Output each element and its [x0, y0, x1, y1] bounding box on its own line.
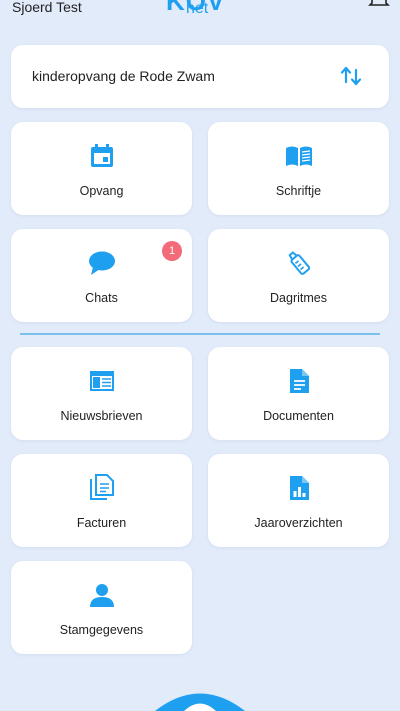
- tile-label: Schriftje: [275, 184, 322, 198]
- tile-label: Documenten: [263, 409, 334, 423]
- tile-label: Jaaroverzichten: [254, 516, 343, 530]
- open-book-icon: [285, 146, 312, 166]
- tile-jaaroverzichten[interactable]: Jaaroverzichten: [208, 454, 389, 547]
- swap-arrows-icon[interactable]: [339, 64, 363, 88]
- invoices-icon: [89, 474, 114, 500]
- chat-bubble-icon: [88, 251, 115, 275]
- top-bar: Sjoerd Test KOV net: [0, 0, 400, 24]
- tile-label: Opvang: [79, 184, 124, 198]
- tile-dagritmes[interactable]: Dagritmes: [208, 229, 389, 322]
- notification-bell-icon[interactable]: [368, 0, 390, 10]
- bottom-logo-icon[interactable]: [150, 688, 250, 711]
- document-icon: [289, 369, 309, 393]
- person-icon: [89, 584, 114, 607]
- baby-bottle-icon: [287, 251, 310, 275]
- tile-schriftje[interactable]: Schriftje: [208, 122, 389, 215]
- user-name: Sjoerd Test: [12, 0, 82, 15]
- calendar-icon: [90, 144, 113, 167]
- tile-label: Chats: [85, 291, 118, 305]
- tile-label: Dagritmes: [270, 291, 327, 305]
- tile-opvang[interactable]: Opvang: [11, 122, 192, 215]
- tile-facturen[interactable]: Facturen: [11, 454, 192, 547]
- newspaper-icon: [89, 371, 114, 391]
- app-logo: KOV net: [160, 0, 250, 20]
- tile-label: Stamgegevens: [59, 623, 144, 637]
- logo-subtext: net: [186, 0, 209, 17]
- tile-nieuwsbrieven[interactable]: Nieuwsbrieven: [11, 347, 192, 440]
- unread-badge: 1: [162, 241, 182, 261]
- location-selector[interactable]: kinderopvang de Rode Zwam: [11, 45, 389, 108]
- tile-label: Facturen: [76, 516, 127, 530]
- location-name: kinderopvang de Rode Zwam: [32, 68, 215, 84]
- tile-chats[interactable]: 1 Chats: [11, 229, 192, 322]
- bar-chart-document-icon: [289, 476, 309, 500]
- section-divider: [20, 333, 380, 335]
- tile-documenten[interactable]: Documenten: [208, 347, 389, 440]
- tile-stamgegevens[interactable]: Stamgegevens: [11, 561, 192, 654]
- tile-label: Nieuwsbrieven: [60, 409, 143, 423]
